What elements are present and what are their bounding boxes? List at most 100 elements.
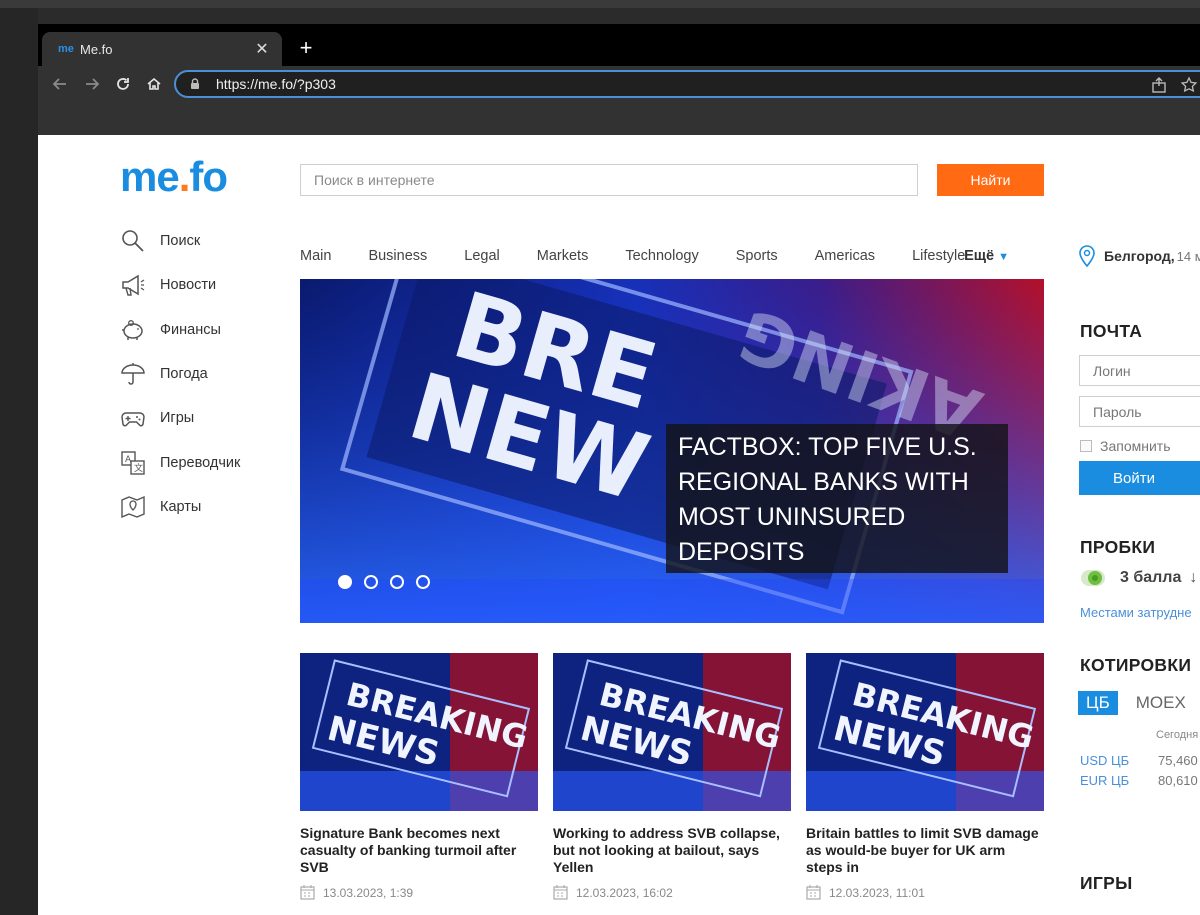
nav-americas[interactable]: Americas [815,248,875,264]
login-field[interactable] [1079,355,1200,386]
tab-moex[interactable]: МОЕХ [1128,691,1194,715]
sidebar-item-maps[interactable]: Карты [120,485,280,529]
slider-dot[interactable] [364,575,378,589]
sidebar-item-label: Новости [160,277,217,294]
quote-row[interactable]: USD ЦБ 75,460 [1080,753,1198,768]
slider-dot[interactable] [338,575,352,589]
checkbox-box[interactable] [1080,440,1092,452]
quote-value: 75,460 [1158,753,1198,768]
new-tab-button[interactable]: + [292,34,320,62]
password-field[interactable] [1079,396,1200,427]
nav-business[interactable]: Business [368,248,427,264]
desktop-background [0,0,1200,8]
calendar-icon [806,885,821,900]
games-title: ИГРЫ [1080,873,1133,893]
search-icon [122,230,144,252]
calendar-icon [553,885,568,900]
sidebar-item-search[interactable]: Поиск [120,219,280,263]
news-cards: BREAKING NEWS Signature Bank becomes next… [300,653,1044,915]
reload-icon[interactable] [111,72,135,96]
news-thumbnail: BREAKING NEWS [300,653,538,811]
megaphone-icon [122,275,145,297]
nav-lifestyle[interactable]: Lifestyle [912,248,965,264]
slider-dot[interactable] [390,575,404,589]
star-icon[interactable] [1180,76,1198,94]
browser-tab[interactable]: me Me.fo ✕ [42,32,282,66]
desktop-sidebar [0,8,38,915]
logo-fo: fo [189,153,228,200]
nav-technology[interactable]: Technology [625,248,698,264]
home-icon[interactable] [142,72,166,96]
sidebar-item-label: Погода [160,366,208,383]
nav-markets[interactable]: Markets [537,248,589,264]
news-date: 13.03.2023, 1:39 [323,885,414,900]
url-text: https://me.fo/?p303 [216,76,336,92]
quote-name: USD ЦБ [1080,753,1130,768]
bookmarks-bar [38,102,1200,135]
sidebar-item-translator[interactable]: A文 Переводчик [120,440,280,484]
nav-more[interactable]: Ещё ▼ [964,248,1009,264]
page-viewport: me.fo Найти Поиск Новости Финансы Погода [38,135,1200,915]
map-icon [121,495,145,518]
tab-title: Me.fo [80,41,113,57]
remember-checkbox[interactable]: Запомнить [1080,438,1171,454]
svg-text:A: A [125,455,132,465]
search-input[interactable] [300,164,918,196]
quotes-header: Сегодня [1156,729,1199,741]
mail-title: ПОЧТА [1080,321,1143,341]
category-nav: Main Business Legal Markets Technology S… [300,245,1046,267]
browser-window: me Me.fo ✕ + https://me.fo/?p303 me.fo Н… [38,24,1200,915]
nav-sports[interactable]: Sports [736,248,778,264]
login-button[interactable]: Войти [1079,461,1200,495]
lock-icon [191,78,199,89]
hero-slider[interactable]: BRE NEW AKING FACTBOX: TOP FIVE U.S. REG… [300,279,1044,623]
news-meta: 12.03.2023, 16:02 [553,885,791,900]
traffic-light-icon [1081,570,1105,586]
remember-label: Запомнить [1100,438,1171,454]
sidebar-item-news[interactable]: Новости [120,263,280,307]
translate-icon: A文 [121,450,145,475]
share-icon[interactable] [1150,76,1168,94]
back-icon[interactable] [48,72,72,96]
sidebar-item-finance[interactable]: Финансы [120,308,280,352]
weather-widget[interactable]: Белгород, 14 м [1078,245,1200,267]
browser-toolbar: https://me.fo/?p303 [38,66,1200,102]
slider-dots [338,575,442,589]
forward-icon[interactable] [80,72,104,96]
weather-temp: 14 м [1176,248,1200,264]
logo-me: me [120,153,180,200]
favicon-icon: me [58,43,74,55]
hero-caption[interactable]: FACTBOX: TOP FIVE U.S. REGIONAL BANKS WI… [666,424,1008,573]
site-logo[interactable]: me.fo [120,153,228,201]
sidebar-item-weather[interactable]: Погода [120,352,280,396]
news-card[interactable]: BREAKING NEWS Working to address SVB coll… [553,653,791,900]
news-card[interactable]: BREAKING NEWS Britain battles to limit SV… [806,653,1044,900]
hero-headline: FACTBOX: TOP FIVE U.S. REGIONAL BANKS WI… [678,433,977,566]
news-card[interactable]: BREAKING NEWS Signature Bank becomes next… [300,653,538,900]
right-column: Белгород, 14 м ПОЧТА Запомнить Войти ПРО… [1078,135,1200,915]
quotes-tabs: ЦБ МОЕХ [1078,691,1200,715]
traffic-widget[interactable]: 3 балла ↓ [1080,567,1197,589]
umbrella-icon [121,363,145,385]
traffic-description[interactable]: Местами затрудне [1080,605,1192,620]
close-icon[interactable]: ✕ [252,39,272,59]
news-thumbnail: BREAKING NEWS [553,653,791,811]
search-button[interactable]: Найти [937,164,1044,196]
sidebar-item-label: Финансы [160,321,221,338]
sidebar-nav: Поиск Новости Финансы Погода Игры A文 Пер… [120,219,280,529]
sidebar-item-label: Переводчик [160,454,241,471]
nav-legal[interactable]: Legal [464,248,499,264]
news-title: Britain battles to limit SVB damage as w… [806,825,1039,875]
traffic-score: 3 балла [1120,569,1182,586]
sidebar-item-label: Игры [160,410,195,427]
tab-cb[interactable]: ЦБ [1078,691,1118,715]
piggy-bank-icon [122,319,143,340]
quote-row[interactable]: EUR ЦБ 80,610 [1080,773,1198,788]
gamepad-icon [121,412,145,427]
news-date: 12.03.2023, 11:01 [829,885,925,900]
slider-dot[interactable] [416,575,430,589]
address-bar[interactable]: https://me.fo/?p303 [174,70,1200,98]
news-thumbnail: BREAKING NEWS [806,653,1044,811]
nav-main[interactable]: Main [300,248,331,264]
sidebar-item-games[interactable]: Игры [120,396,280,440]
